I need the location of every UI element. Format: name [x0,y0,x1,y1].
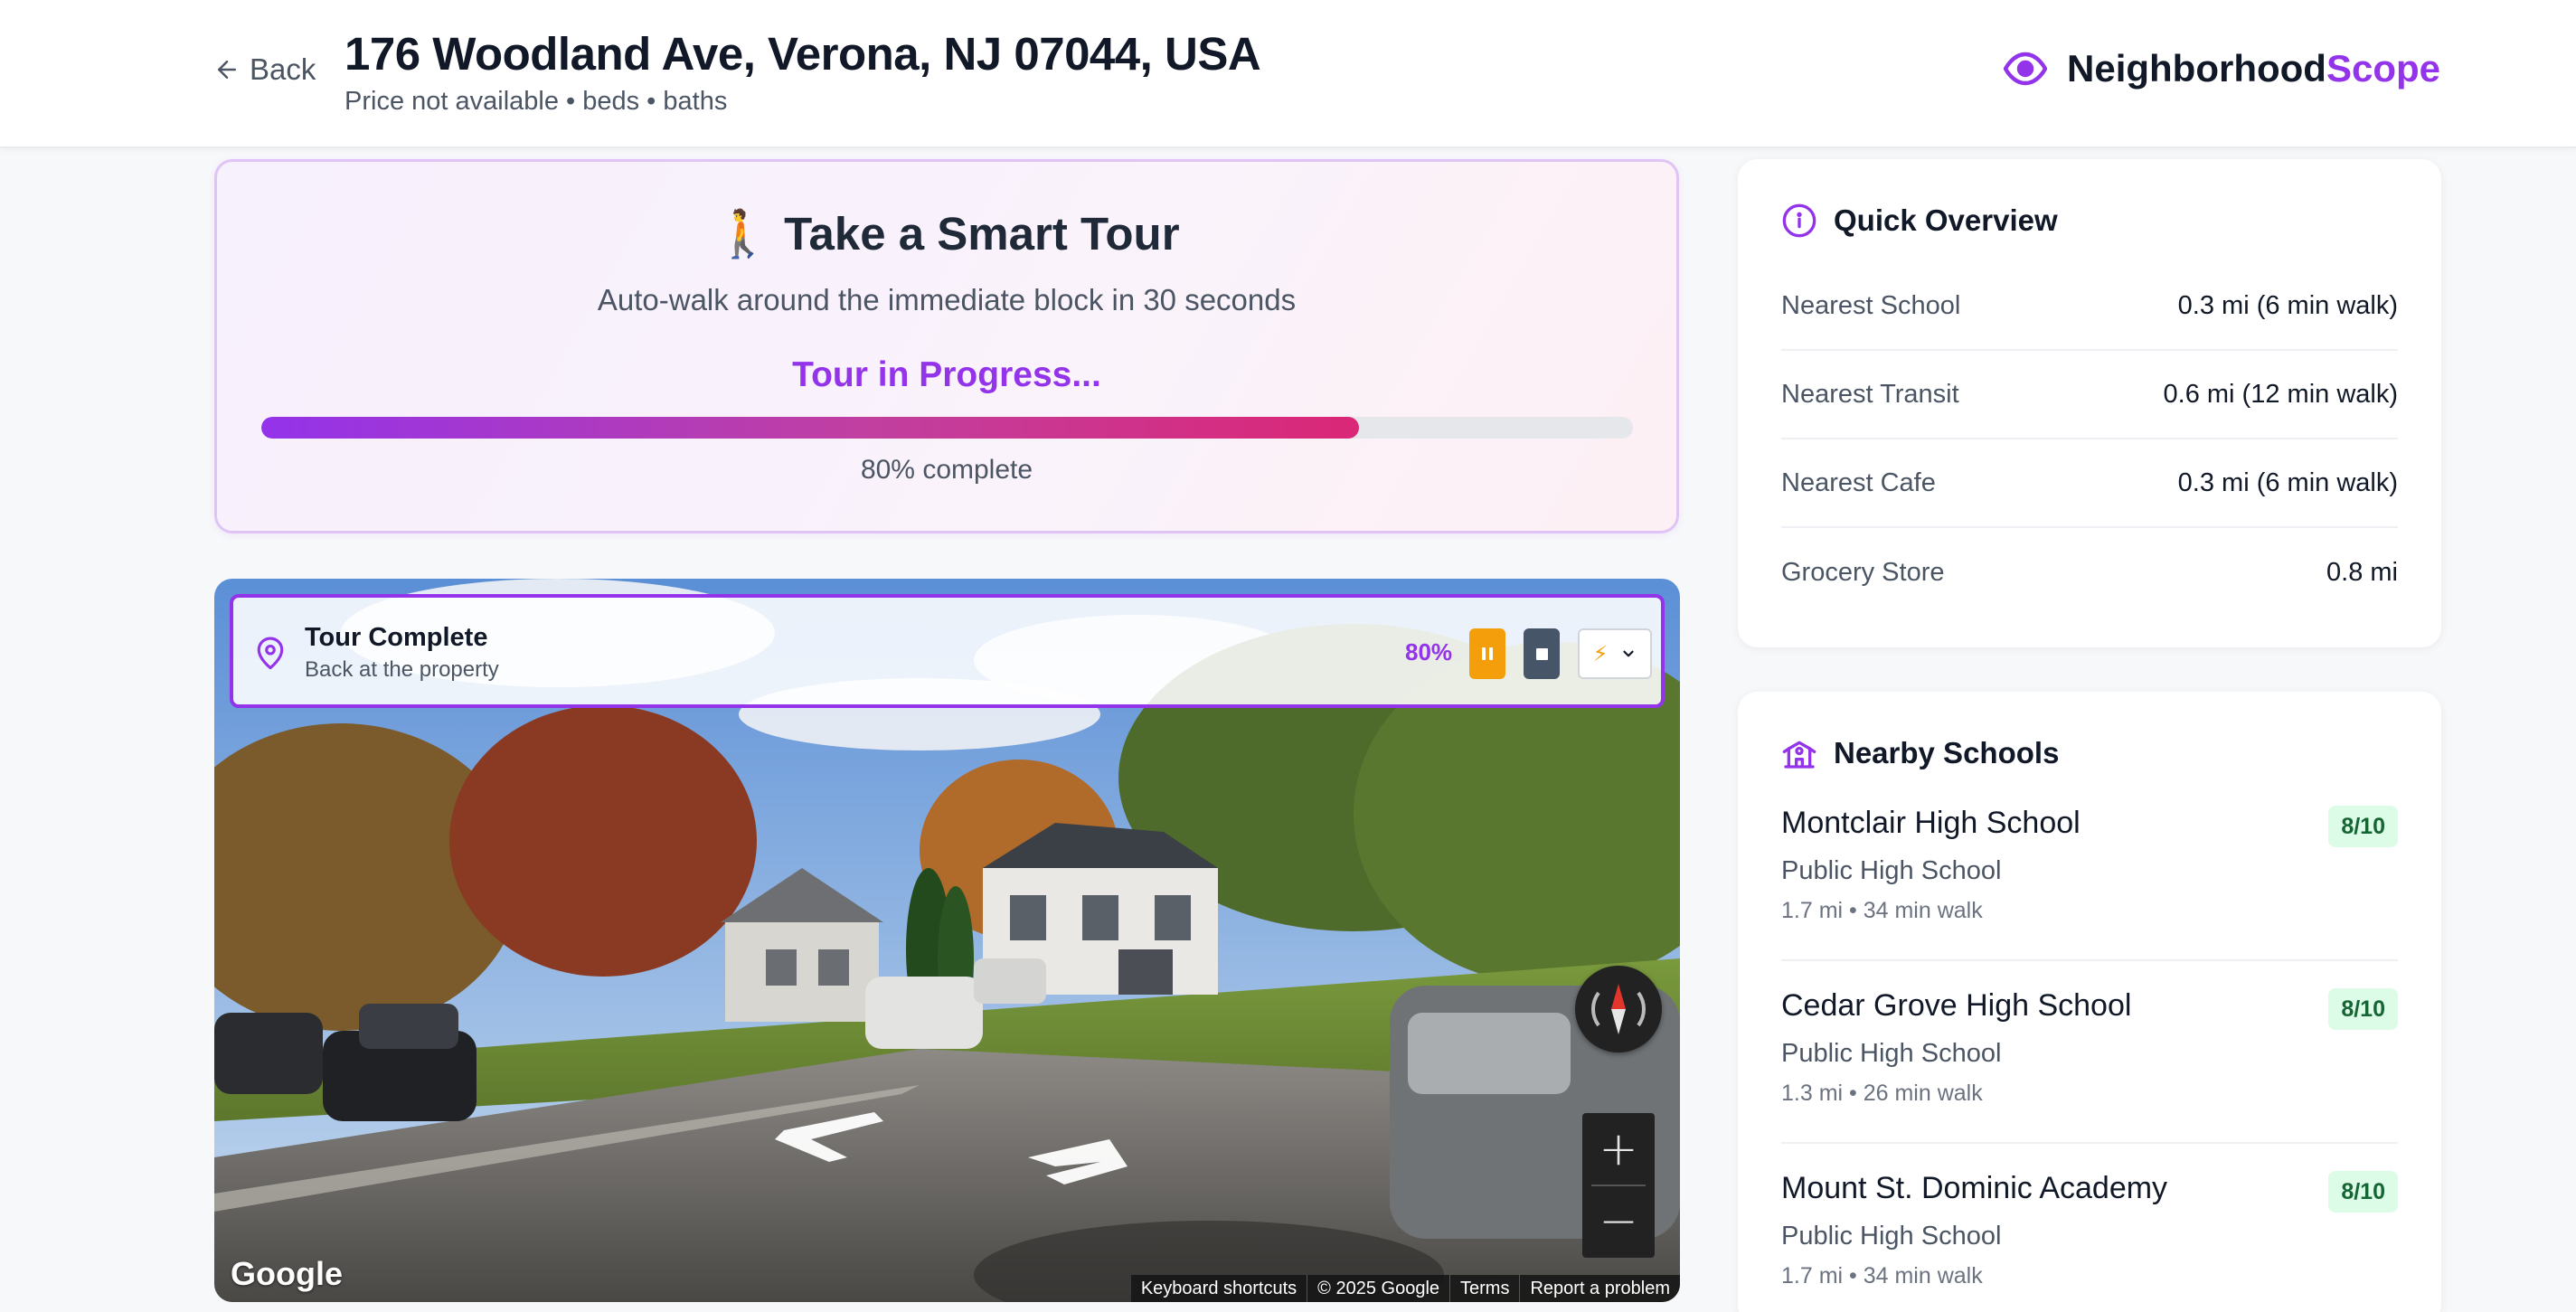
nearby-schools-card: Nearby Schools Montclair High School 8/1… [1738,692,2441,1312]
tour-overlay-title: Tour Complete [305,623,488,652]
overview-label: Grocery Store [1781,557,1945,587]
school-list-item[interactable]: Mount St. Dominic Academy 8/10 Public Hi… [1781,1144,2398,1312]
overview-value: 0.6 mi (12 min walk) [2163,379,2398,409]
school-type: Public High School [1781,1039,2002,1068]
smart-tour-title: 🚶 Take a Smart Tour [217,207,1676,261]
tour-status: Tour in Progress... [792,355,1101,394]
school-name: Cedar Grove High School [1781,988,2132,1023]
overview-row-nearest-cafe: Nearest Cafe 0.3 mi (6 min walk) [1781,439,2398,528]
tour-status-overlay: Tour Complete Back at the property 80% ⚡ [230,594,1665,708]
school-distance: 1.7 mi • 34 min walk [1781,1263,1983,1288]
smart-tour-card: 🚶 Take a Smart Tour Auto-walk around the… [214,159,1679,533]
overview-label: Nearest Cafe [1781,467,1936,497]
keyboard-shortcuts-link[interactable]: Keyboard shortcuts [1131,1275,1307,1302]
compass-icon [1591,984,1646,1034]
speed-select[interactable]: ⚡ [1578,628,1652,679]
overview-value: 0.3 mi (6 min walk) [2177,290,2398,320]
smart-tour-title-text: Take a Smart Tour [784,208,1180,260]
school-list-item[interactable]: Montclair High School 8/10 Public High S… [1781,779,2398,961]
chevron-down-icon [1623,650,1635,657]
quick-overview-header: Quick Overview [1781,203,2058,239]
school-icon [1782,741,1816,769]
terms-link[interactable]: Terms [1449,1275,1519,1302]
back-label: Back [250,52,316,86]
school-list-item[interactable]: Cedar Grove High School 8/10 Public High… [1781,961,2398,1144]
report-problem-link[interactable]: Report a problem [1519,1275,1680,1302]
school-rating-badge: 8/10 [2328,988,2398,1030]
tour-overlay-percent: 80% [1405,638,1453,665]
quick-overview-card: Quick Overview Nearest School 0.3 mi (6 … [1738,159,2441,647]
stop-button[interactable] [1524,628,1560,679]
pause-icon-bar-left [1482,647,1486,660]
smart-tour-description: Auto-walk around the immediate block in … [597,283,1297,316]
quick-overview-title: Quick Overview [1834,203,2058,237]
tour-progress-label: 80% complete [860,455,1033,485]
back-button[interactable]: Back [213,52,316,87]
tour-progress-fill [261,417,1359,439]
nearby-schools-header: Nearby Schools [1781,735,2059,771]
brand-logo[interactable]: NeighborhoodScope [2004,47,2440,90]
lightning-icon: ⚡ [1592,641,1609,666]
overview-value: 0.3 mi (6 min walk) [2177,467,2398,497]
overview-row-nearest-school: Nearest School 0.3 mi (6 min walk) [1781,262,2398,351]
school-type: Public High School [1781,1222,2002,1251]
zoom-in-button[interactable]: + [1582,1113,1655,1185]
overview-row-nearest-transit: Nearest Transit 0.6 mi (12 min walk) [1781,351,2398,439]
pause-icon-bar-right [1489,647,1493,660]
school-name: Montclair High School [1781,806,2081,840]
overview-row-grocery-store: Grocery Store 0.8 mi [1781,528,2398,617]
eye-icon [2004,52,2047,86]
copyright-text: © 2025 Google [1307,1275,1449,1302]
zoom-controls: + − [1582,1113,1655,1258]
street-view-panorama[interactable]: Tour Complete Back at the property 80% ⚡… [214,579,1680,1302]
overview-label: Nearest School [1781,290,1961,320]
top-header: Back 176 Woodland Ave, Verona, NJ 07044,… [0,0,2576,148]
map-footer-links: Keyboard shortcuts © 2025 Google Terms R… [1130,1275,1680,1302]
zoom-out-button[interactable]: − [1582,1185,1655,1258]
school-distance: 1.7 mi • 34 min walk [1781,898,1983,923]
info-icon [1782,203,1816,238]
brand-name-primary: Neighborhood [2067,47,2326,90]
overview-label: Nearest Transit [1781,379,1959,409]
page-title: 176 Woodland Ave, Verona, NJ 07044, USA [344,28,1261,80]
tour-progress-bar [261,417,1633,439]
walking-person-icon: 🚶 [713,208,771,260]
compass-control[interactable] [1575,966,1662,1052]
pause-button[interactable] [1469,628,1505,679]
school-rating-badge: 8/10 [2328,806,2398,847]
tour-overlay-subtitle: Back at the property [305,657,499,682]
school-distance: 1.3 mi • 26 min walk [1781,1081,1983,1106]
stop-icon [1535,647,1548,660]
school-name: Mount St. Dominic Academy [1781,1171,2168,1205]
arrow-left-icon [218,61,236,79]
listing-subtitle: Price not available • beds • baths [344,87,728,116]
nearby-schools-title: Nearby Schools [1834,736,2060,769]
overview-value: 0.8 mi [2326,557,2398,587]
map-pin-icon [257,637,284,670]
google-logo[interactable]: Google [231,1255,343,1293]
school-rating-badge: 8/10 [2328,1171,2398,1213]
school-type: Public High School [1781,856,2002,885]
brand-name-accent: Scope [2326,47,2440,90]
